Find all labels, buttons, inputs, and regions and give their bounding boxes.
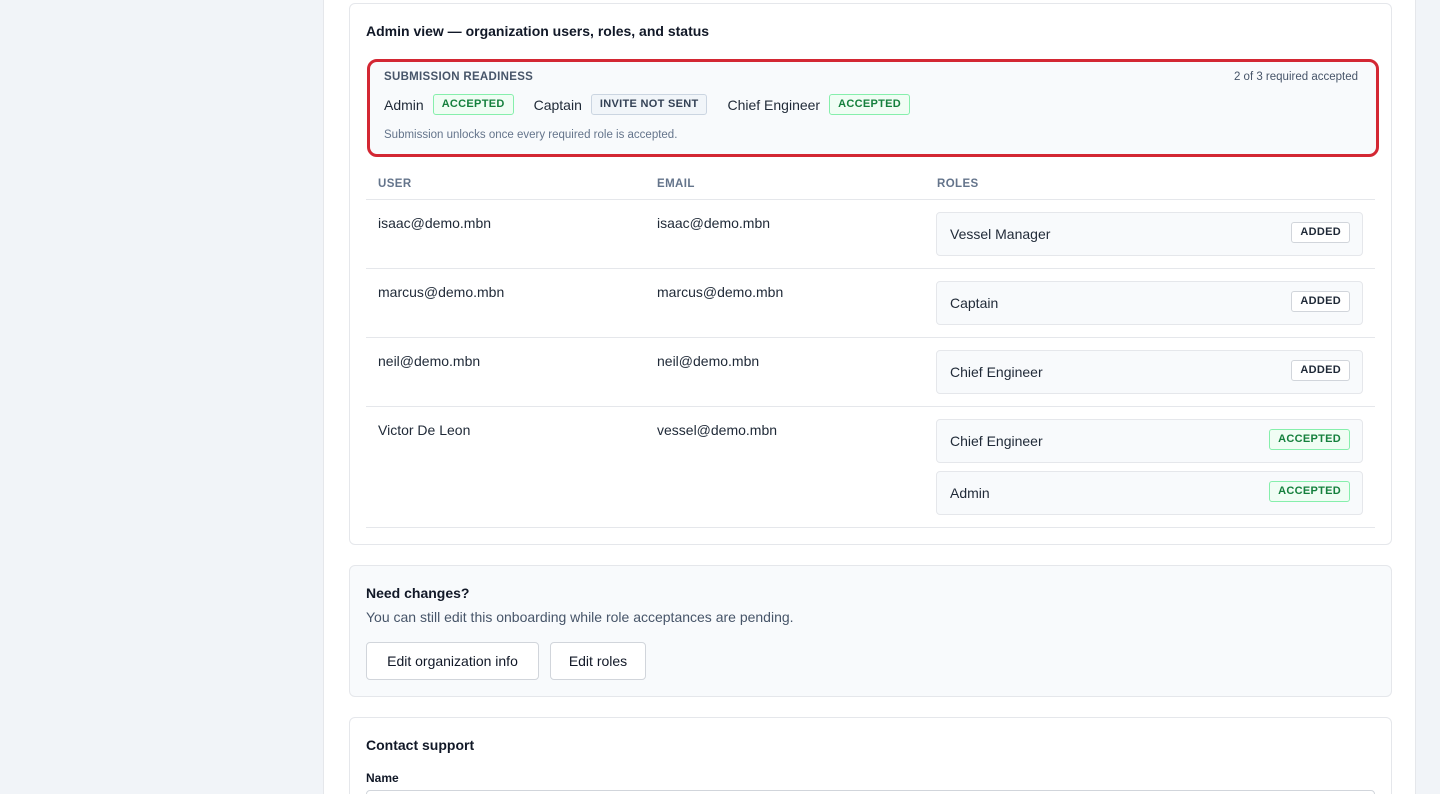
user-cell: neil@demo.mbn [378, 353, 481, 369]
need-changes-title: Need changes? [366, 585, 470, 601]
edit-organization-info-button[interactable]: Edit organization info [366, 642, 539, 680]
readiness-role-name: Captain [533, 96, 582, 113]
users-table: USER EMAIL ROLES isaac@demo.mbn isaac@de… [366, 172, 1375, 528]
table-row: neil@demo.mbn neil@demo.mbn Chief Engine… [366, 338, 1375, 407]
table-row: Victor De Leon vessel@demo.mbn Chief Eng… [366, 407, 1375, 528]
readiness-role-admin: Admin ACCEPTED [384, 94, 514, 115]
role-name: Captain [950, 295, 999, 311]
readiness-count: 2 of 3 required accepted [1233, 71, 1358, 83]
status-badge: ACCEPTED [432, 94, 514, 115]
readiness-role-name: Admin [384, 96, 424, 113]
need-changes-description: You can still edit this onboarding while… [366, 609, 794, 625]
status-badge: ACCEPTED [1269, 481, 1350, 502]
user-cell: Victor De Leon [378, 422, 471, 438]
readiness-heading: SUBMISSION READINESS [384, 71, 534, 83]
readiness-role-chief-engineer: Chief Engineer ACCEPTED [727, 94, 911, 115]
status-badge: ACCEPTED [1269, 429, 1350, 450]
status-badge: INVITE NOT SENT [590, 94, 708, 115]
role-box: Chief Engineer ADDED [936, 350, 1363, 394]
readiness-roles: Admin ACCEPTED Captain INVITE NOT SENT C… [384, 94, 930, 115]
email-cell: marcus@demo.mbn [657, 284, 784, 300]
main-content: Admin view — organization users, roles, … [323, 0, 1416, 794]
column-header-roles: ROLES [937, 178, 979, 190]
email-cell: neil@demo.mbn [657, 353, 760, 369]
status-badge: ADDED [1291, 291, 1350, 312]
role-name: Admin [950, 485, 990, 501]
table-row: marcus@demo.mbn marcus@demo.mbn Captain … [366, 269, 1375, 338]
role-box: Chief Engineer ACCEPTED [936, 419, 1363, 463]
email-cell: vessel@demo.mbn [657, 422, 778, 438]
role-box: Admin ACCEPTED [936, 471, 1363, 515]
name-input[interactable] [366, 790, 1375, 794]
email-cell: isaac@demo.mbn [657, 215, 771, 231]
column-header-email: EMAIL [657, 178, 695, 190]
status-badge: ADDED [1291, 222, 1350, 243]
status-badge: ADDED [1291, 360, 1350, 381]
role-name: Chief Engineer [950, 364, 1043, 380]
readiness-role-name: Chief Engineer [727, 96, 821, 113]
readiness-role-captain: Captain INVITE NOT SENT [534, 94, 708, 115]
role-box: Captain ADDED [936, 281, 1363, 325]
column-header-user: USER [378, 178, 412, 190]
user-cell: marcus@demo.mbn [378, 284, 505, 300]
status-badge: ACCEPTED [829, 94, 911, 115]
contact-support-title: Contact support [366, 737, 475, 753]
readiness-note: Submission unlocks once every required r… [384, 129, 678, 141]
user-cell: isaac@demo.mbn [378, 215, 492, 231]
admin-view-title: Admin view — organization users, roles, … [366, 23, 710, 39]
contact-support-card: Contact support Name [349, 717, 1392, 794]
edit-roles-button[interactable]: Edit roles [550, 642, 646, 680]
role-name: Vessel Manager [950, 226, 1051, 242]
name-field-label: Name [366, 771, 399, 785]
admin-view-card: Admin view — organization users, roles, … [349, 3, 1392, 545]
table-header: USER EMAIL ROLES [366, 172, 1375, 200]
role-name: Chief Engineer [950, 433, 1043, 449]
table-row: isaac@demo.mbn isaac@demo.mbn Vessel Man… [366, 200, 1375, 269]
submission-readiness-panel: SUBMISSION READINESS 2 of 3 required acc… [367, 59, 1379, 157]
need-changes-card: Need changes? You can still edit this on… [349, 565, 1392, 697]
role-box: Vessel Manager ADDED [936, 212, 1363, 256]
